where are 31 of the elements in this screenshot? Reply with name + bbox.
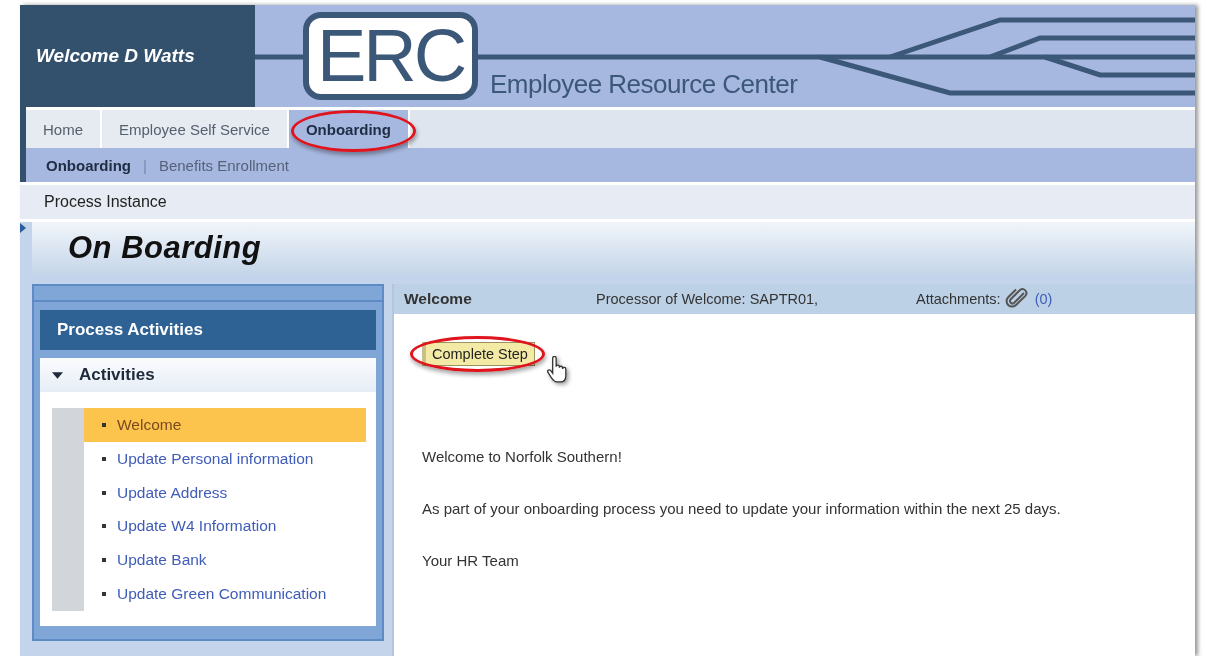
activity-link[interactable]: Update Bank xyxy=(84,543,366,578)
attachments-label: Attachments: xyxy=(916,291,1001,307)
hand-cursor-icon xyxy=(546,356,568,384)
sub-tab[interactable]: Onboarding xyxy=(46,156,131,174)
complete-step-button[interactable]: Complete Step xyxy=(422,342,535,366)
activity-link[interactable]: Update Green Communication xyxy=(84,577,366,611)
breadcrumb: Process Instance xyxy=(44,193,167,211)
site-subtitle: Employee Resource Center xyxy=(490,69,798,100)
activity-link[interactable]: Update W4 Information xyxy=(84,509,366,544)
panel-title: Process Activities xyxy=(40,310,376,350)
welcome-banner: Welcome D Watts xyxy=(20,5,255,107)
section-title: Activities xyxy=(79,365,155,385)
step-name: Welcome xyxy=(404,290,473,308)
nav-tab[interactable]: Home xyxy=(26,110,102,148)
activity-link[interactable]: Update Address xyxy=(84,475,366,510)
nav-tab[interactable]: Employee Self Service xyxy=(102,110,289,148)
paperclip-icon xyxy=(1004,287,1029,311)
expand-marker-icon[interactable] xyxy=(20,222,26,234)
message-text: Your HR Team xyxy=(422,552,520,570)
activity-link[interactable]: Update Personal information xyxy=(84,441,366,476)
activity-link[interactable]: Welcome xyxy=(84,408,366,442)
attachments-link[interactable]: (0) xyxy=(1034,291,1053,307)
nav-tab[interactable]: Onboarding xyxy=(288,110,410,148)
processor-label: Processor of Welcome: SAPTR01, xyxy=(596,291,820,307)
message-text: As part of your onboarding process you need to update your information within the next 25 days. xyxy=(422,500,1062,518)
erc-logo: ERC xyxy=(303,12,478,100)
collapse-triangle-icon[interactable] xyxy=(52,369,63,381)
sub-tab[interactable]: Benefits Enrollment xyxy=(158,156,289,174)
page-title: On Boarding xyxy=(68,230,262,266)
message-text: Welcome to Norfolk Southern! xyxy=(422,448,623,466)
separator: | xyxy=(143,156,147,174)
